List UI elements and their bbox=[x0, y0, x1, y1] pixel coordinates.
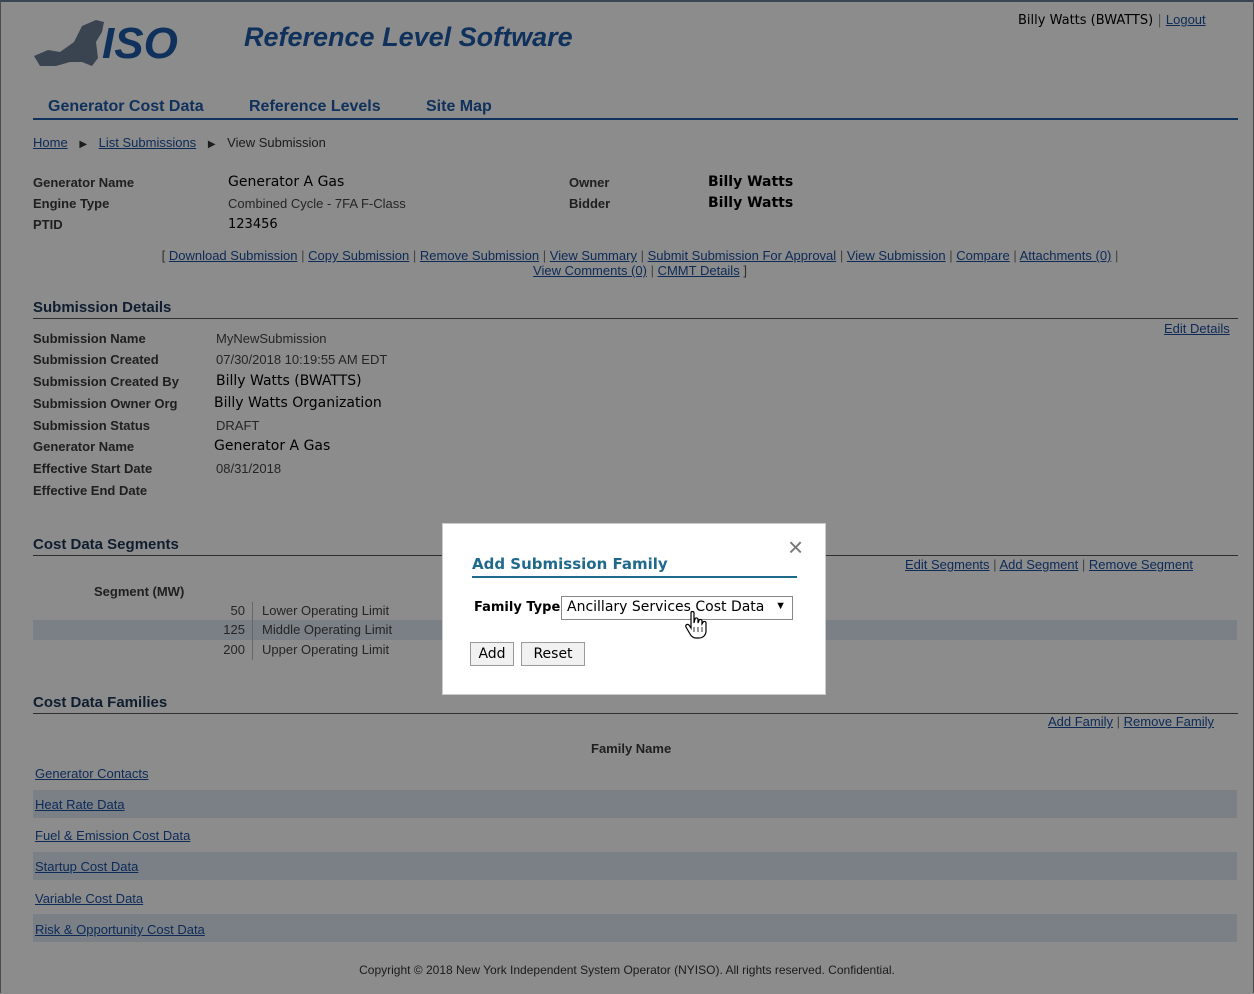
add-submission-family-dialog: × Add Submission Family Family Type Anci… bbox=[442, 523, 826, 695]
add-button[interactable]: Add bbox=[470, 642, 514, 666]
modal-backdrop[interactable] bbox=[0, 0, 1254, 993]
family-type-selected-value: Ancillary Services Cost Data bbox=[567, 599, 765, 615]
reset-button[interactable]: Reset bbox=[521, 642, 585, 666]
modal-title: Add Submission Family bbox=[472, 555, 668, 573]
hand-pointer-icon bbox=[684, 610, 710, 643]
caret-down-icon: ▼ bbox=[775, 600, 786, 612]
family-type-label: Family Type bbox=[474, 600, 561, 615]
family-type-select[interactable]: Ancillary Services Cost Data ▼ bbox=[561, 596, 793, 620]
close-icon[interactable]: × bbox=[788, 534, 803, 560]
modal-title-underline bbox=[472, 576, 797, 578]
